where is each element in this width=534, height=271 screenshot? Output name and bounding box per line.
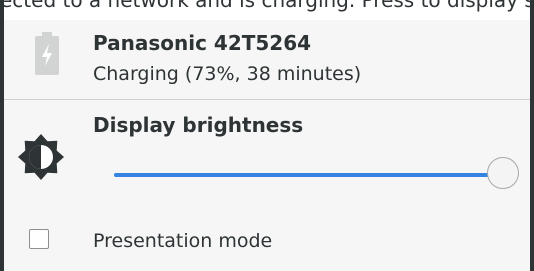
battery-device-name: Panasonic 42T5264 — [93, 31, 312, 55]
presentation-mode-label: Presentation mode — [93, 230, 273, 252]
brightness-label: Display brightness — [93, 113, 304, 137]
brightness-contrast-icon — [18, 134, 64, 180]
presentation-mode-checkbox[interactable] — [29, 229, 49, 249]
menu-right-border — [530, 0, 534, 271]
notification-strip: ected to a network and is charging. Pres… — [0, 0, 534, 20]
brightness-slider-knob[interactable] — [487, 157, 519, 189]
battery-charge-status: Charging (73%, 38 minutes) — [93, 63, 362, 85]
brightness-slider-fill — [114, 173, 504, 177]
battery-charging-icon — [35, 32, 59, 75]
brightness-row: Display brightness — [4, 100, 530, 208]
power-menu: ected to a network and is charging. Pres… — [0, 0, 534, 271]
presentation-mode-row[interactable]: Presentation mode — [4, 220, 530, 266]
brightness-slider[interactable] — [114, 157, 522, 193]
battery-info-row[interactable]: Panasonic 42T5264 Charging (73%, 38 minu… — [4, 20, 530, 98]
notification-strip-text: ected to a network and is charging. Pres… — [0, 0, 534, 12]
